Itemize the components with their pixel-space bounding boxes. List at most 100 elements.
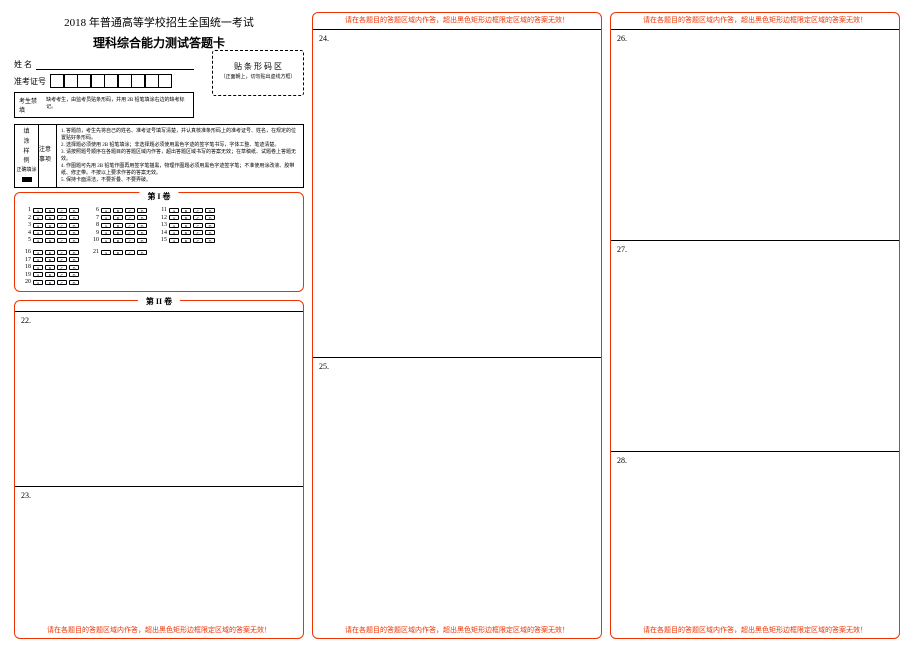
bubble-12-D[interactable]: D bbox=[205, 215, 215, 220]
bubble-12-A[interactable]: A bbox=[169, 215, 179, 220]
mc-row-6[interactable]: 6ABCD bbox=[89, 207, 147, 213]
mc-row-4[interactable]: 4ABCD bbox=[21, 230, 79, 236]
bubble-10-A[interactable]: A bbox=[101, 238, 111, 243]
bubble-13-B[interactable]: B bbox=[181, 223, 191, 228]
bubble-9-A[interactable]: A bbox=[101, 230, 111, 235]
bubble-14-B[interactable]: B bbox=[181, 230, 191, 235]
bubble-9-D[interactable]: D bbox=[137, 230, 147, 235]
mc-row-9[interactable]: 9ABCD bbox=[89, 230, 147, 236]
bubble-3-B[interactable]: B bbox=[45, 223, 55, 228]
bubble-4-A[interactable]: A bbox=[33, 230, 43, 235]
bubble-7-C[interactable]: C bbox=[125, 215, 135, 220]
bubble-6-A[interactable]: A bbox=[101, 208, 111, 213]
bubble-8-A[interactable]: A bbox=[101, 223, 111, 228]
bubble-7-D[interactable]: D bbox=[137, 215, 147, 220]
mc-row-10[interactable]: 10ABCD bbox=[89, 237, 147, 243]
bubble-18-B[interactable]: B bbox=[45, 265, 55, 270]
answer-24[interactable]: 24. bbox=[313, 29, 601, 357]
bubble-8-C[interactable]: C bbox=[125, 223, 135, 228]
mc-row-20[interactable]: 20ABCD bbox=[21, 279, 79, 285]
bubble-1-A[interactable]: A bbox=[33, 208, 43, 213]
bubble-14-C[interactable]: C bbox=[193, 230, 203, 235]
bubble-18-C[interactable]: C bbox=[57, 265, 67, 270]
bubble-17-B[interactable]: B bbox=[45, 257, 55, 262]
mc-row-8[interactable]: 8ABCD bbox=[89, 222, 147, 228]
bubble-21-B[interactable]: B bbox=[113, 250, 123, 255]
bubble-14-D[interactable]: D bbox=[205, 230, 215, 235]
mc-row-17[interactable]: 17ABCD bbox=[21, 257, 79, 263]
answer-25[interactable]: 25. bbox=[313, 357, 601, 622]
answer-28[interactable]: 28. bbox=[611, 451, 899, 622]
bubble-8-D[interactable]: D bbox=[137, 223, 147, 228]
answer-23[interactable]: 23. bbox=[15, 486, 303, 622]
bubble-5-D[interactable]: D bbox=[69, 238, 79, 243]
bubble-7-A[interactable]: A bbox=[101, 215, 111, 220]
bubble-15-C[interactable]: C bbox=[193, 238, 203, 243]
mc-row-21[interactable]: 21ABCD bbox=[89, 249, 147, 255]
bubble-13-C[interactable]: C bbox=[193, 223, 203, 228]
bubble-7-B[interactable]: B bbox=[113, 215, 123, 220]
bubble-16-D[interactable]: D bbox=[69, 250, 79, 255]
bubble-15-D[interactable]: D bbox=[205, 238, 215, 243]
answer-26[interactable]: 26. bbox=[611, 29, 899, 240]
answer-22[interactable]: 22. bbox=[15, 311, 303, 486]
bubble-20-B[interactable]: B bbox=[45, 280, 55, 285]
mc-row-14[interactable]: 14ABCD bbox=[157, 230, 215, 236]
bubble-16-B[interactable]: B bbox=[45, 250, 55, 255]
bubble-11-D[interactable]: D bbox=[205, 208, 215, 213]
mc-row-19[interactable]: 19ABCD bbox=[21, 272, 79, 278]
bubble-21-D[interactable]: D bbox=[137, 250, 147, 255]
bubble-3-C[interactable]: C bbox=[57, 223, 67, 228]
mc-row-16[interactable]: 16ABCD bbox=[21, 249, 79, 255]
bubble-3-A[interactable]: A bbox=[33, 223, 43, 228]
bubble-11-A[interactable]: A bbox=[169, 208, 179, 213]
bubble-17-C[interactable]: C bbox=[57, 257, 67, 262]
bubble-6-B[interactable]: B bbox=[113, 208, 123, 213]
bubble-1-B[interactable]: B bbox=[45, 208, 55, 213]
bubble-8-B[interactable]: B bbox=[113, 223, 123, 228]
bubble-11-B[interactable]: B bbox=[181, 208, 191, 213]
answer-27[interactable]: 27. bbox=[611, 240, 899, 451]
bubble-10-D[interactable]: D bbox=[137, 238, 147, 243]
bubble-16-A[interactable]: A bbox=[33, 250, 43, 255]
bubble-13-A[interactable]: A bbox=[169, 223, 179, 228]
bubble-20-C[interactable]: C bbox=[57, 280, 67, 285]
bubble-3-D[interactable]: D bbox=[69, 223, 79, 228]
bubble-21-C[interactable]: C bbox=[125, 250, 135, 255]
bubble-4-D[interactable]: D bbox=[69, 230, 79, 235]
bubble-2-B[interactable]: B bbox=[45, 215, 55, 220]
bubble-9-B[interactable]: B bbox=[113, 230, 123, 235]
name-field[interactable] bbox=[36, 60, 194, 70]
bubble-5-B[interactable]: B bbox=[45, 238, 55, 243]
mc-row-13[interactable]: 13ABCD bbox=[157, 222, 215, 228]
bubble-4-C[interactable]: C bbox=[57, 230, 67, 235]
bubble-14-A[interactable]: A bbox=[169, 230, 179, 235]
bubble-20-A[interactable]: A bbox=[33, 280, 43, 285]
bubble-18-A[interactable]: A bbox=[33, 265, 43, 270]
mc-row-18[interactable]: 18ABCD bbox=[21, 264, 79, 270]
mc-row-7[interactable]: 7ABCD bbox=[89, 215, 147, 221]
bubble-19-B[interactable]: B bbox=[45, 272, 55, 277]
bubble-15-A[interactable]: A bbox=[169, 238, 179, 243]
bubble-6-D[interactable]: D bbox=[137, 208, 147, 213]
bubble-17-D[interactable]: D bbox=[69, 257, 79, 262]
bubble-20-D[interactable]: D bbox=[69, 280, 79, 285]
mc-row-5[interactable]: 5ABCD bbox=[21, 237, 79, 243]
bubble-13-D[interactable]: D bbox=[205, 223, 215, 228]
bubble-2-A[interactable]: A bbox=[33, 215, 43, 220]
bubble-12-C[interactable]: C bbox=[193, 215, 203, 220]
bubble-15-B[interactable]: B bbox=[181, 238, 191, 243]
bubble-9-C[interactable]: C bbox=[125, 230, 135, 235]
bubble-19-C[interactable]: C bbox=[57, 272, 67, 277]
bubble-21-A[interactable]: A bbox=[101, 250, 111, 255]
bubble-5-C[interactable]: C bbox=[57, 238, 67, 243]
mc-row-1[interactable]: 1ABCD bbox=[21, 207, 79, 213]
bubble-1-C[interactable]: C bbox=[57, 208, 67, 213]
mc-row-3[interactable]: 3ABCD bbox=[21, 222, 79, 228]
bubble-4-B[interactable]: B bbox=[45, 230, 55, 235]
bubble-6-C[interactable]: C bbox=[125, 208, 135, 213]
bubble-19-A[interactable]: A bbox=[33, 272, 43, 277]
bubble-16-C[interactable]: C bbox=[57, 250, 67, 255]
bubble-11-C[interactable]: C bbox=[193, 208, 203, 213]
mc-row-2[interactable]: 2ABCD bbox=[21, 215, 79, 221]
